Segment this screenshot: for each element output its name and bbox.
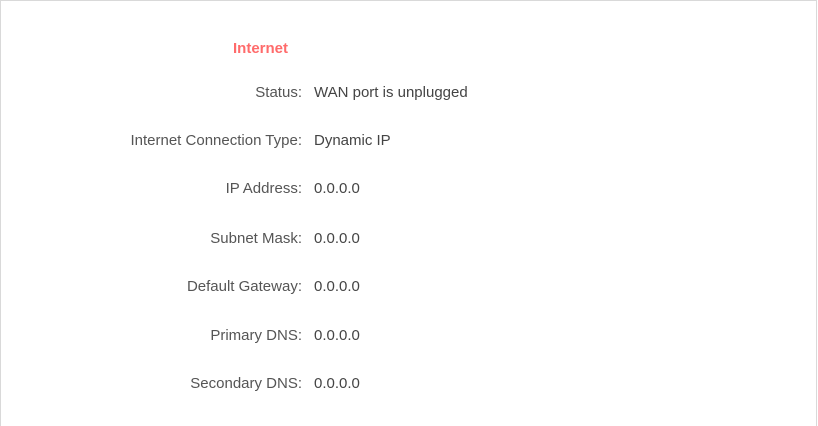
connection-type-value: Dynamic IP [314, 132, 391, 149]
secondary-dns-row: Secondary DNS: 0.0.0.0 [1, 375, 818, 393]
connection-type-row: Internet Connection Type: Dynamic IP [1, 132, 818, 150]
status-value: WAN port is unplugged [314, 84, 468, 101]
internet-status-panel: Internet Status: WAN port is unplugged I… [0, 0, 817, 426]
status-label: Status: [255, 84, 302, 101]
primary-dns-label: Primary DNS: [210, 327, 302, 344]
default-gateway-value: 0.0.0.0 [314, 278, 360, 295]
connection-type-label: Internet Connection Type: [130, 132, 302, 149]
ip-address-row: IP Address: 0.0.0.0 [1, 180, 818, 198]
default-gateway-row: Default Gateway: 0.0.0.0 [1, 278, 818, 296]
primary-dns-value: 0.0.0.0 [314, 327, 360, 344]
secondary-dns-value: 0.0.0.0 [314, 375, 360, 392]
subnet-mask-row: Subnet Mask: 0.0.0.0 [1, 230, 818, 248]
section-title-internet: Internet [233, 40, 289, 57]
status-row: Status: WAN port is unplugged [1, 84, 818, 102]
subnet-mask-value: 0.0.0.0 [314, 230, 360, 247]
subnet-mask-label: Subnet Mask: [210, 230, 302, 247]
primary-dns-row: Primary DNS: 0.0.0.0 [1, 327, 818, 345]
ip-address-value: 0.0.0.0 [314, 180, 360, 197]
default-gateway-label: Default Gateway: [186, 278, 302, 295]
ip-address-label: IP Address: [225, 180, 302, 197]
secondary-dns-label: Secondary DNS: [190, 375, 302, 392]
